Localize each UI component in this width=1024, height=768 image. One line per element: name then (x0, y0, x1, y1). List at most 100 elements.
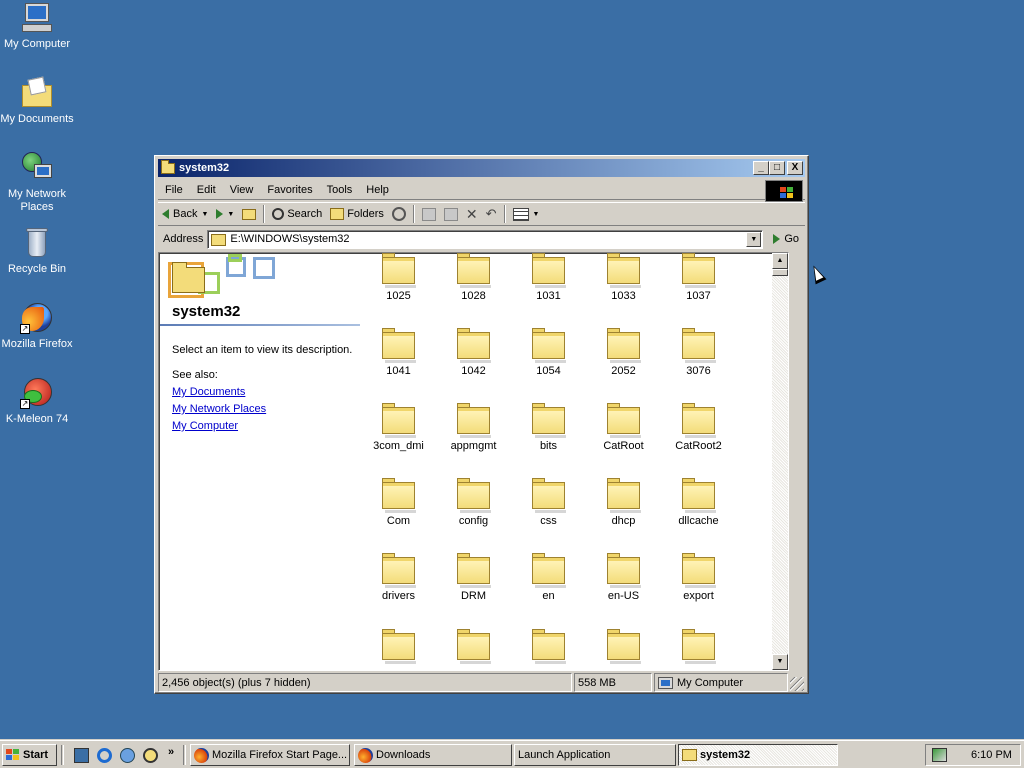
delete-button[interactable]: ✕ (462, 203, 482, 225)
undo-button[interactable]: ↶ (482, 203, 501, 225)
desktop-icon-k-meleon[interactable]: ↗ K-Meleon 74 (0, 377, 74, 426)
network-status-icon[interactable] (932, 748, 947, 762)
menu-file[interactable]: File (158, 184, 190, 196)
folder-label: CatRoot2 (675, 440, 722, 452)
folder-item[interactable]: Com (361, 478, 436, 527)
folder-icon (607, 553, 641, 588)
search-button[interactable]: Search (268, 203, 326, 225)
address-input[interactable]: E:\WINDOWS\system32 ▼ (207, 229, 764, 249)
folder-item[interactable]: 3com_dmi (361, 403, 436, 452)
views-button[interactable]: ▼ (509, 203, 544, 225)
search-icon[interactable] (143, 748, 158, 763)
folder-item[interactable]: 1042 (436, 328, 511, 377)
folder-label: config (458, 515, 489, 527)
maximize-button[interactable]: □ (769, 161, 785, 175)
folder-item[interactable]: dllcache (661, 478, 736, 527)
go-button[interactable]: Go (763, 233, 805, 245)
search-label: Search (287, 208, 323, 220)
folder-item[interactable]: export (661, 553, 736, 602)
folder-item[interactable]: 1031 (511, 253, 586, 302)
scroll-thumb[interactable] (772, 269, 788, 276)
clock[interactable]: 6:10 PM (971, 749, 1012, 761)
folder-item[interactable]: bits (511, 403, 586, 452)
internet-explorer-icon[interactable] (97, 748, 112, 763)
shortcut-arrow-icon: ↗ (20, 324, 30, 334)
folder-item[interactable]: 1041 (361, 328, 436, 377)
menu-favorites[interactable]: Favorites (260, 184, 319, 196)
folder-item[interactable]: config (436, 478, 511, 527)
chevron-down-icon[interactable]: ▼ (227, 211, 234, 218)
folder-label: 1041 (386, 365, 411, 377)
quick-launch-more-icon[interactable]: » (168, 746, 174, 758)
task-launch-application[interactable]: Launch Application (514, 744, 676, 766)
desktop-icon-my-network-places[interactable]: My Network Places (0, 152, 74, 214)
link-my-documents[interactable]: My Documents (172, 386, 245, 398)
vertical-scrollbar[interactable]: ▲ ▼ (772, 253, 788, 670)
folder-icon (382, 553, 416, 588)
history-button[interactable] (388, 203, 410, 225)
folder-item[interactable]: 1054 (511, 328, 586, 377)
task-downloads[interactable]: Downloads (354, 744, 512, 766)
folder-item[interactable]: 2052 (586, 328, 661, 377)
desktop-icon-recycle-bin[interactable]: Recycle Bin (0, 227, 74, 276)
task-label: system32 (700, 749, 751, 761)
folder-item[interactable] (511, 629, 586, 666)
task-firefox-start-page[interactable]: Mozilla Firefox Start Page... (190, 744, 350, 766)
show-desktop-icon[interactable] (74, 748, 89, 763)
folder-item[interactable] (661, 629, 736, 666)
folder-icon (457, 328, 491, 363)
address-dropdown-button[interactable]: ▼ (746, 231, 762, 247)
task-system32[interactable]: system32 (678, 744, 838, 766)
move-to-button[interactable] (418, 203, 440, 225)
desktop-icon-mozilla-firefox[interactable]: ↗ Mozilla Firefox (0, 302, 74, 351)
folder-label: 1054 (536, 365, 561, 377)
folder-item[interactable]: 1037 (661, 253, 736, 302)
folder-item[interactable]: en-US (586, 553, 661, 602)
title-bar[interactable]: system32 _ □ X (158, 159, 805, 177)
folder-item[interactable]: drivers (361, 553, 436, 602)
folder-item[interactable]: appmgmt (436, 403, 511, 452)
scroll-up-button[interactable]: ▲ (772, 253, 788, 269)
chevron-down-icon[interactable]: ▼ (201, 211, 208, 218)
back-button[interactable]: Back ▼ (158, 203, 212, 225)
folder-item[interactable]: 1033 (586, 253, 661, 302)
menu-tools[interactable]: Tools (320, 184, 360, 196)
folder-item[interactable] (361, 629, 436, 666)
folder-item[interactable]: 1025 (361, 253, 436, 302)
folder-item[interactable]: 1028 (436, 253, 511, 302)
desktop-icon-my-documents[interactable]: My Documents (0, 76, 74, 126)
menu-edit[interactable]: Edit (190, 184, 223, 196)
start-button[interactable]: Start (2, 744, 57, 766)
windows-logo-icon (6, 749, 20, 761)
minimize-button[interactable]: _ (753, 161, 769, 175)
folder-item[interactable]: css (511, 478, 586, 527)
folder-item[interactable]: 3076 (661, 328, 736, 377)
copy-to-button[interactable] (440, 203, 462, 225)
folder-item[interactable] (436, 629, 511, 666)
folder-label: en-US (607, 590, 640, 602)
link-my-computer[interactable]: My Computer (172, 420, 238, 432)
folder-item[interactable]: dhcp (586, 478, 661, 527)
folder-item[interactable]: CatRoot (586, 403, 661, 452)
folder-item[interactable]: CatRoot2 (661, 403, 736, 452)
desktop-icon-my-computer[interactable]: My Computer (0, 2, 74, 51)
close-button[interactable]: X (787, 161, 803, 175)
folder-item[interactable]: DRM (436, 553, 511, 602)
menu-help[interactable]: Help (359, 184, 396, 196)
folder-label: 3076 (686, 365, 711, 377)
forward-button[interactable]: ▼ (212, 203, 238, 225)
menu-view[interactable]: View (223, 184, 261, 196)
folder-label: en (542, 590, 555, 602)
go-label: Go (784, 233, 799, 245)
outlook-express-icon[interactable] (120, 748, 135, 763)
folder-item[interactable] (586, 629, 661, 666)
folder-item[interactable]: en (511, 553, 586, 602)
status-size: 558 MB (574, 673, 652, 692)
resize-grip[interactable] (790, 677, 804, 691)
folders-button[interactable]: Folders (326, 203, 388, 225)
up-folder-button[interactable] (238, 203, 260, 225)
scroll-down-button[interactable]: ▼ (772, 654, 788, 670)
desktop-icon-label: K-Meleon 74 (5, 413, 69, 425)
chevron-down-icon[interactable]: ▼ (533, 211, 540, 218)
link-my-network-places[interactable]: My Network Places (172, 403, 266, 415)
